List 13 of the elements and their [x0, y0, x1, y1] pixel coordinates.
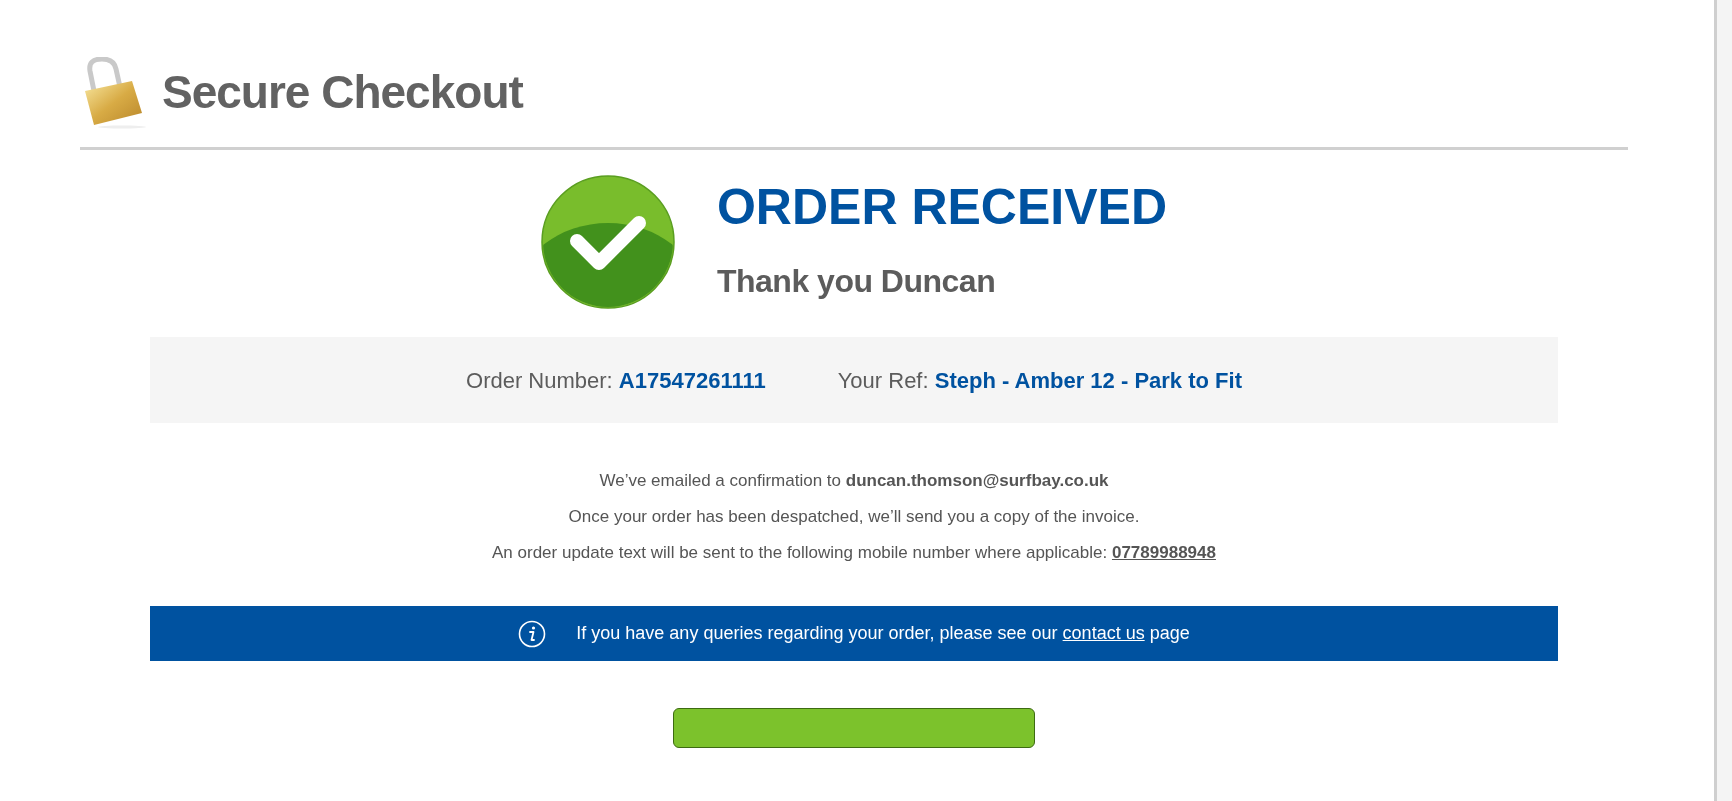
- phone-link[interactable]: 07789988948: [1111, 543, 1216, 562]
- message-text: We’ve emailed a confirmation to duncan.thomson@surfbay.co.uk: [598, 470, 1110, 492]
- message-text: An order update text will be sent to the following mobile number where applicable: 07789988948: [491, 542, 1217, 564]
- info-icon: [518, 619, 547, 648]
- thank-you-text: Thank you Duncan: [716, 261, 997, 301]
- page-title: Secure Checkout: [162, 64, 523, 120]
- info-text: If you have any queries regarding your order, please see our contact us page: [576, 622, 1190, 645]
- order-field: Order Number: A17547261111: [466, 363, 766, 397]
- action-button[interactable]: [673, 708, 1035, 748]
- confirmation-title: ORDER RECEIVED: [716, 179, 1168, 235]
- contact-link[interactable]: contact us: [1062, 623, 1145, 643]
- message-text: Once your order has been despatched, we’ll send you a copy of the invoice.: [567, 506, 1141, 528]
- order-field: Your Ref: Steph - Amber 12 - Park to Fit: [837, 363, 1242, 397]
